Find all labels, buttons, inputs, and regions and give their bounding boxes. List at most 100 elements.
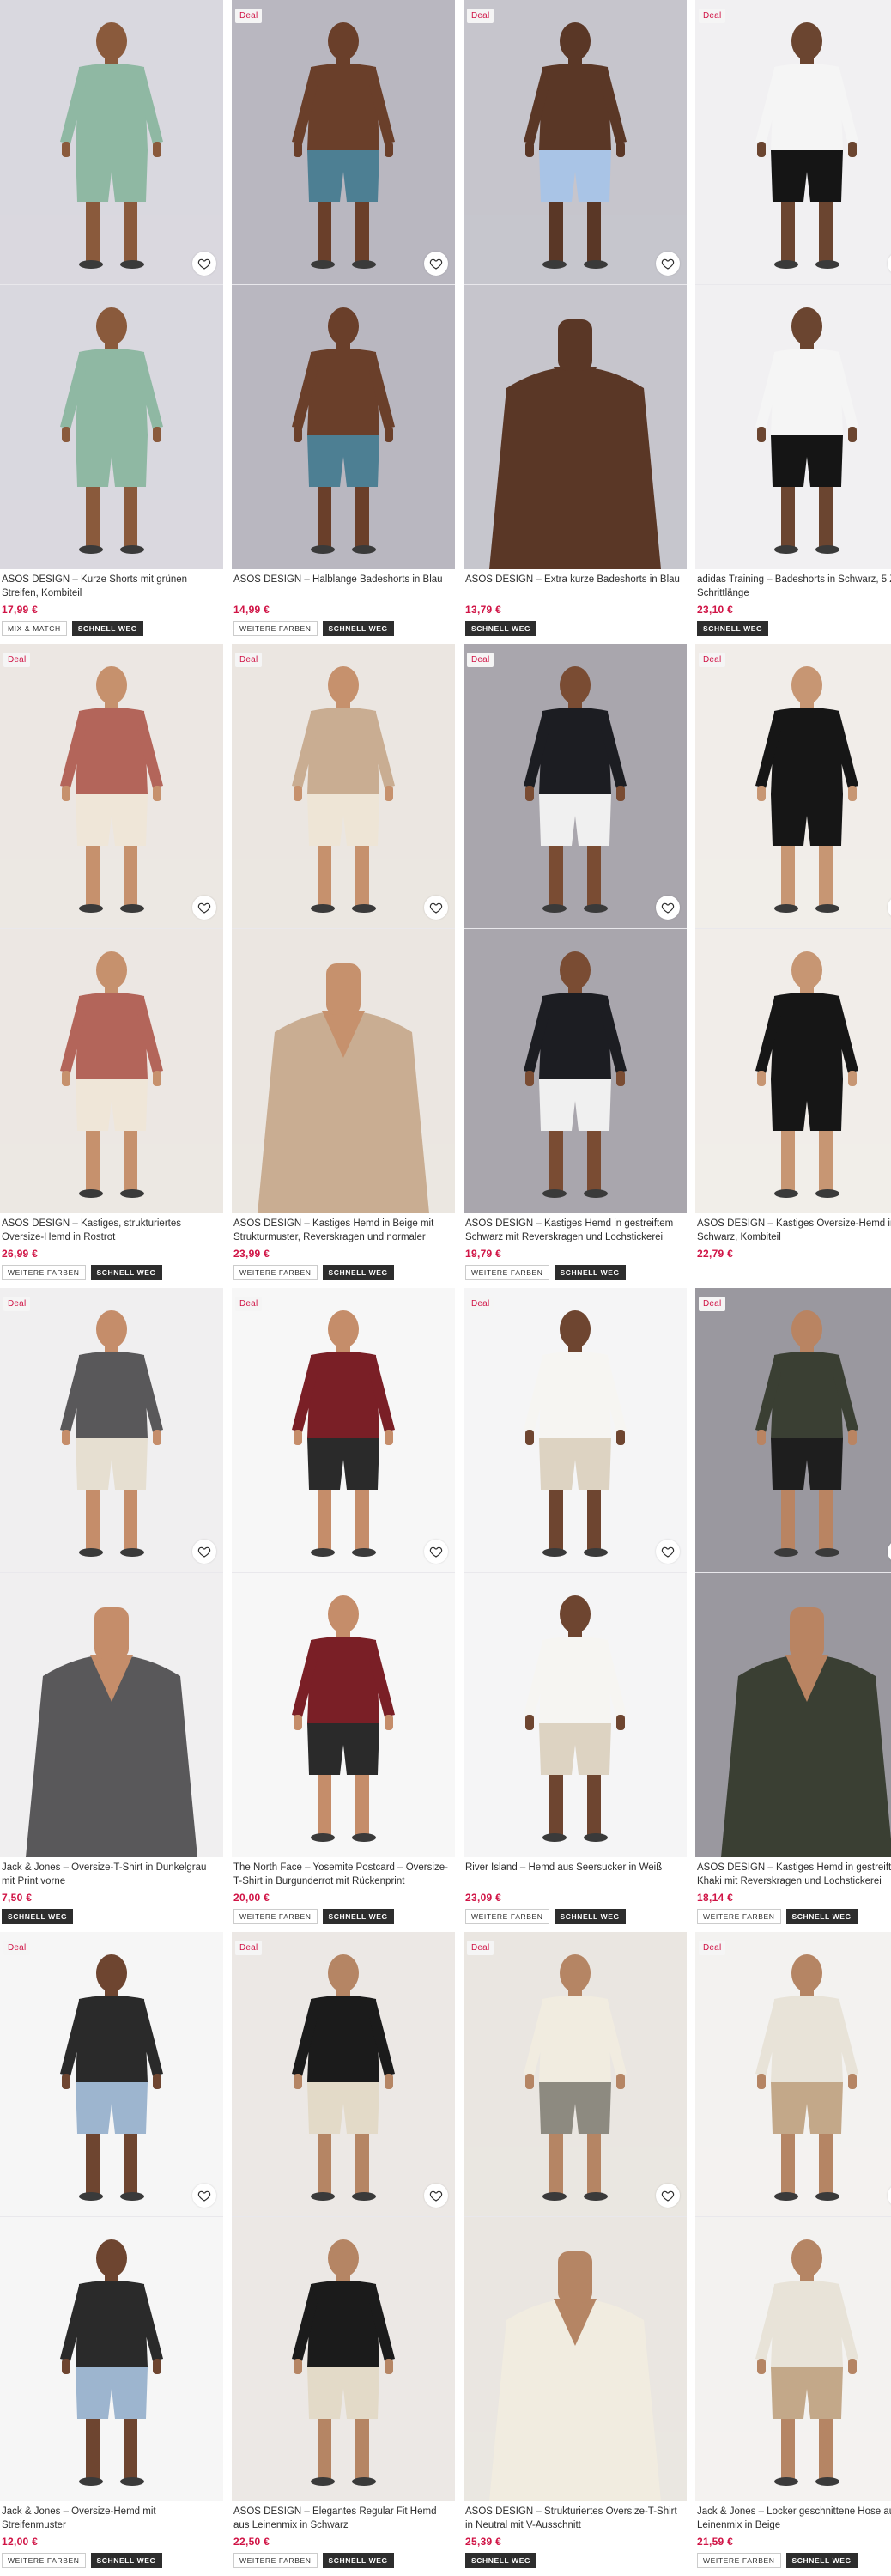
product-image-secondary[interactable]	[695, 1573, 891, 1857]
product-media[interactable]: Deal	[695, 644, 891, 1213]
product-image-primary[interactable]	[695, 644, 891, 928]
product-image-primary[interactable]	[695, 0, 891, 284]
product-title[interactable]: The North Face – Yosemite Postcard – Ove…	[233, 1861, 453, 1888]
product-title[interactable]: Jack & Jones – Oversize-T-Shirt in Dunke…	[2, 1861, 221, 1888]
product-card[interactable]: Deal ASOS DESIGN – Kastiges Oversize-Hemd…	[695, 644, 891, 1260]
product-image-primary[interactable]	[464, 0, 687, 284]
product-title[interactable]: adidas Training – Badeshorts in Schwarz,…	[697, 573, 891, 600]
product-title[interactable]: ASOS DESIGN – Kastiges Hemd in gestreift…	[697, 1861, 891, 1888]
product-media[interactable]: Deal	[695, 1932, 891, 2501]
more-colors-badge[interactable]: WEITERE FARBEN	[697, 1909, 781, 1924]
more-colors-badge[interactable]: WEITERE FARBEN	[465, 1265, 549, 1280]
heart-icon[interactable]	[192, 896, 216, 920]
heart-icon[interactable]	[424, 896, 448, 920]
product-card[interactable]: Deal Jack & Jones – Oversize-Hemd mit Str…	[0, 1932, 223, 2568]
heart-icon[interactable]	[656, 896, 680, 920]
product-title[interactable]: ASOS DESIGN – Kastiges Hemd in Beige mit…	[233, 1217, 453, 1244]
heart-icon[interactable]	[656, 1540, 680, 1564]
product-title[interactable]: Jack & Jones – Oversize-Hemd mit Streife…	[2, 2505, 221, 2532]
product-title[interactable]: Jack & Jones – Locker geschnittene Hose …	[697, 2505, 891, 2532]
more-colors-badge[interactable]: WEITERE FARBEN	[2, 2553, 86, 2568]
heart-icon[interactable]	[192, 2184, 216, 2208]
product-media[interactable]: Deal	[695, 0, 891, 569]
product-image-secondary[interactable]	[232, 285, 455, 569]
more-colors-badge[interactable]: WEITERE FARBEN	[233, 1909, 318, 1924]
product-image-primary[interactable]	[232, 644, 455, 928]
product-media[interactable]: Deal	[464, 644, 687, 1213]
product-image-primary[interactable]	[0, 1932, 223, 2216]
product-media[interactable]: Deal	[0, 1932, 223, 2501]
product-media[interactable]: Deal	[464, 1288, 687, 1857]
product-image-secondary[interactable]	[0, 929, 223, 1213]
product-title[interactable]: ASOS DESIGN – Kurze Shorts mit grünen St…	[2, 573, 221, 600]
heart-icon[interactable]	[192, 252, 216, 276]
product-media[interactable]: Deal	[695, 1288, 891, 1857]
product-image-secondary[interactable]	[464, 285, 687, 569]
product-title[interactable]: ASOS DESIGN – Elegantes Regular Fit Hemd…	[233, 2505, 453, 2532]
product-card[interactable]: Deal The North Face – Yosemite Postcard –…	[232, 1288, 455, 1924]
product-media[interactable]: Deal	[0, 1288, 223, 1857]
product-image-secondary[interactable]	[464, 1573, 687, 1857]
product-card[interactable]: Deal ASOS DESIGN – Kastiges Hemd in gestr…	[464, 644, 687, 1280]
product-card[interactable]: Deal Jack & Jones – Oversize-T-Shirt in D…	[0, 1288, 223, 1924]
product-media[interactable]: Deal	[464, 1932, 687, 2501]
product-media[interactable]: Deal	[464, 0, 687, 569]
product-title[interactable]: ASOS DESIGN – Kastiges Oversize-Hemd in …	[697, 1217, 891, 1244]
product-media[interactable]	[0, 0, 223, 569]
heart-icon[interactable]	[656, 252, 680, 276]
product-image-secondary[interactable]	[232, 1573, 455, 1857]
product-media[interactable]: Deal	[232, 0, 455, 569]
product-card[interactable]: Deal Jack & Jones – Locker geschnittene H…	[695, 1932, 891, 2568]
product-image-primary[interactable]	[232, 1288, 455, 1572]
heart-icon[interactable]	[424, 2184, 448, 2208]
product-card[interactable]: Deal River Island – Hemd aus Seersucker i…	[464, 1288, 687, 1924]
more-colors-badge[interactable]: WEITERE FARBEN	[697, 2553, 781, 2568]
product-image-secondary[interactable]	[232, 929, 455, 1213]
product-image-primary[interactable]	[232, 0, 455, 284]
more-colors-badge[interactable]: WEITERE FARBEN	[233, 621, 318, 636]
product-media[interactable]: Deal	[232, 1932, 455, 2501]
product-title[interactable]: ASOS DESIGN – Kastiges, strukturiertes O…	[2, 1217, 221, 1244]
product-title[interactable]: ASOS DESIGN – Kastiges Hemd in gestreift…	[465, 1217, 685, 1244]
product-image-primary[interactable]	[464, 644, 687, 928]
product-card[interactable]: Deal ASOS DESIGN – Extra kurze Badeshorts…	[464, 0, 687, 636]
product-card[interactable]: ASOS DESIGN – Kurze Shorts mit grünen St…	[0, 0, 223, 636]
heart-icon[interactable]	[424, 1540, 448, 1564]
product-image-secondary[interactable]	[0, 2217, 223, 2501]
product-image-primary[interactable]	[695, 1288, 891, 1572]
product-image-secondary[interactable]	[464, 929, 687, 1213]
product-card[interactable]: Deal ASOS DESIGN – Elegantes Regular Fit …	[232, 1932, 455, 2568]
product-title[interactable]: ASOS DESIGN – Halblange Badeshorts in Bl…	[233, 573, 453, 600]
product-image-secondary[interactable]	[0, 285, 223, 569]
product-image-primary[interactable]	[0, 1288, 223, 1572]
product-card[interactable]: Deal ASOS DESIGN – Kastiges Hemd in Beige…	[232, 644, 455, 1280]
more-colors-badge[interactable]: WEITERE FARBEN	[465, 1909, 549, 1924]
more-colors-badge[interactable]: WEITERE FARBEN	[2, 1265, 86, 1280]
product-card[interactable]: Deal ASOS DESIGN – Strukturiertes Oversiz…	[464, 1932, 687, 2568]
product-title[interactable]: ASOS DESIGN – Extra kurze Badeshorts in …	[465, 573, 685, 600]
heart-icon[interactable]	[656, 2184, 680, 2208]
mix-match-badge[interactable]: MIX & MATCH	[2, 621, 67, 636]
product-image-primary[interactable]	[0, 644, 223, 928]
product-media[interactable]: Deal	[0, 644, 223, 1213]
product-image-secondary[interactable]	[0, 1573, 223, 1857]
heart-icon[interactable]	[424, 252, 448, 276]
product-image-primary[interactable]	[695, 1932, 891, 2216]
product-media[interactable]: Deal	[232, 644, 455, 1213]
product-image-primary[interactable]	[232, 1932, 455, 2216]
product-card[interactable]: Deal adidas Training – Badeshorts in Schw…	[695, 0, 891, 636]
product-image-primary[interactable]	[0, 0, 223, 284]
product-image-primary[interactable]	[464, 1932, 687, 2216]
more-colors-badge[interactable]: WEITERE FARBEN	[233, 1265, 318, 1280]
product-title[interactable]: ASOS DESIGN – Strukturiertes Oversize-T-…	[465, 2505, 685, 2532]
product-card[interactable]: Deal ASOS DESIGN – Kastiges, strukturiert…	[0, 644, 223, 1280]
more-colors-badge[interactable]: WEITERE FARBEN	[233, 2553, 318, 2568]
heart-icon[interactable]	[192, 1540, 216, 1564]
product-image-secondary[interactable]	[695, 285, 891, 569]
product-image-secondary[interactable]	[695, 2217, 891, 2501]
product-image-secondary[interactable]	[464, 2217, 687, 2501]
product-title[interactable]: River Island – Hemd aus Seersucker in We…	[465, 1861, 685, 1888]
product-media[interactable]: Deal	[232, 1288, 455, 1857]
product-image-primary[interactable]	[464, 1288, 687, 1572]
product-card[interactable]: Deal ASOS DESIGN – Halblange Badeshorts i…	[232, 0, 455, 636]
